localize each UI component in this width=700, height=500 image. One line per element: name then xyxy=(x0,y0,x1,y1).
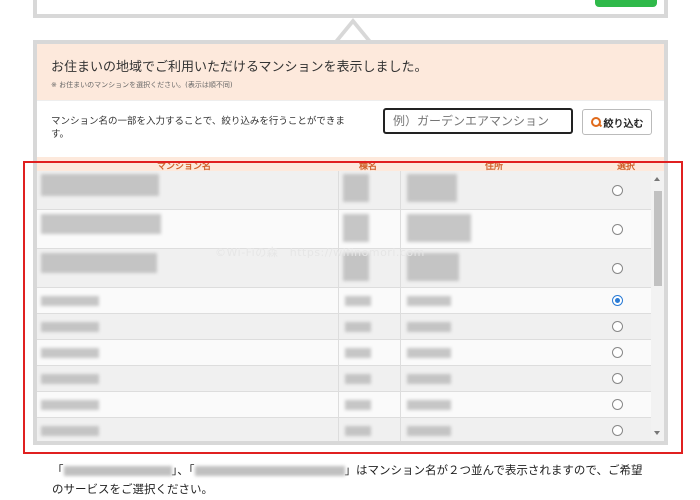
bottom-note: 「」、「 」はマンション名が２つ並んで表示されますので、ご希望のサービスをご選択く… xyxy=(52,463,643,496)
filter-button[interactable]: 絞り込む xyxy=(582,109,652,135)
previous-panel-edge xyxy=(33,0,668,18)
red-highlight-box xyxy=(23,161,683,454)
search-icon xyxy=(590,117,601,127)
banner-title: お住まいの地域でご利用いただけるマンションを表示しました。 xyxy=(51,60,428,75)
filter-button-label: 絞り込む xyxy=(603,118,644,130)
previous-panel-button[interactable] xyxy=(595,0,657,7)
filter-description: マンション名の一部を入力することで、絞り込みを行うことができます。 xyxy=(51,116,345,140)
results-banner: お住まいの地域でご利用いただけるマンションを表示しました。 ※ お住まいのマンシ… xyxy=(37,44,664,100)
filter-row: マンション名の一部を入力することで、絞り込みを行うことができます。 絞り込む xyxy=(37,100,664,152)
banner-note: ※ お住まいのマンションを選択ください。(表示は順不同) xyxy=(51,81,233,89)
mansion-filter-input[interactable] xyxy=(383,108,573,134)
